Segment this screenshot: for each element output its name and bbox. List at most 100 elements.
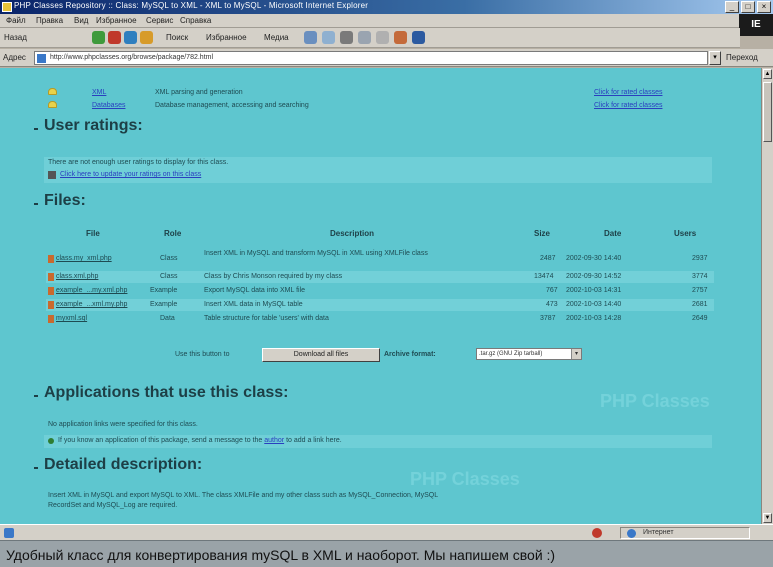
stop-icon[interactable] bbox=[108, 31, 121, 44]
table-row: class.xml.php Class Class by Chris Monso… bbox=[46, 271, 714, 283]
column-description: Description bbox=[330, 229, 375, 238]
minimize-button[interactable]: _ bbox=[725, 1, 739, 13]
address-input[interactable]: http://www.phpclasses.org/browse/package… bbox=[34, 51, 708, 65]
detailed-description-heading: Detailed description: bbox=[44, 456, 203, 473]
favorites-button[interactable]: Избранное bbox=[206, 33, 247, 42]
menu-bar: Файл Правка Вид Избранное Сервис Справка bbox=[0, 14, 773, 28]
address-label: Адрес bbox=[3, 53, 26, 62]
maximize-button[interactable]: □ bbox=[741, 1, 755, 13]
file-size: 3787 bbox=[540, 315, 556, 322]
mail-icon[interactable] bbox=[322, 31, 335, 44]
column-users: Users bbox=[674, 229, 697, 238]
menu-tools[interactable]: Сервис bbox=[146, 16, 173, 25]
menu-edit[interactable]: Правка bbox=[36, 16, 63, 25]
print-icon[interactable] bbox=[340, 31, 353, 44]
file-icon bbox=[48, 255, 54, 263]
file-description: Table structure for table 'users' with d… bbox=[204, 315, 329, 322]
globe-icon bbox=[627, 529, 636, 538]
security-zone: Интернет bbox=[620, 527, 750, 539]
menu-view[interactable]: Вид bbox=[74, 16, 88, 25]
forward-icon[interactable] bbox=[92, 31, 105, 44]
file-icon bbox=[48, 273, 54, 281]
section-bullet bbox=[34, 203, 38, 205]
file-link[interactable]: example_...xml.my.php bbox=[56, 301, 127, 308]
table-row: myxml.sql Data Table structure for table… bbox=[46, 313, 714, 325]
discuss-icon[interactable] bbox=[376, 31, 389, 44]
applications-tip-line: If you know an application of this packa… bbox=[58, 437, 342, 444]
zone-label: Интернет bbox=[643, 529, 674, 536]
section-bullet bbox=[34, 395, 38, 397]
description-line: Insert XML in MySQL and export MySQL to … bbox=[48, 492, 439, 499]
rated-classes-link[interactable]: Click for rated classes bbox=[594, 89, 662, 96]
file-role: Class bbox=[160, 273, 178, 280]
scroll-down-icon[interactable]: ▼ bbox=[763, 513, 772, 523]
menu-help[interactable]: Справка bbox=[180, 16, 211, 25]
applications-tip-box: If you know an application of this packa… bbox=[44, 435, 712, 448]
topic-bullet-icon bbox=[48, 101, 57, 108]
file-date: 2002-10-03 14:40 bbox=[566, 301, 622, 308]
edit-icon[interactable] bbox=[358, 31, 371, 44]
file-size: 767 bbox=[546, 287, 558, 294]
file-link[interactable]: myxml.sql bbox=[56, 315, 87, 322]
browser-screenshot: PHP Classes Repository :: Class: MySQL t… bbox=[0, 0, 773, 567]
menu-file[interactable]: Файл bbox=[6, 16, 26, 25]
file-users: 2681 bbox=[692, 301, 708, 308]
history-icon[interactable] bbox=[304, 31, 317, 44]
edit-rating-icon bbox=[48, 171, 56, 179]
refresh-icon[interactable] bbox=[124, 31, 137, 44]
column-file: File bbox=[86, 229, 100, 238]
page-content: PHP Classes PHP Classes XML XML parsing … bbox=[0, 68, 761, 524]
file-users: 2649 bbox=[692, 315, 708, 322]
archive-format-select[interactable]: .tar.gz (GNU Zip tarball) ▾ bbox=[476, 348, 582, 360]
topic-description: Database management, accessing and searc… bbox=[155, 102, 309, 109]
file-link[interactable]: class.xml.php bbox=[56, 273, 98, 280]
ratings-note: There are not enough user ratings to dis… bbox=[48, 159, 229, 166]
page-status-icon bbox=[4, 528, 14, 538]
scroll-thumb[interactable] bbox=[763, 82, 772, 142]
files-heading: Files: bbox=[44, 192, 86, 209]
menu-favorites[interactable]: Избранное bbox=[96, 16, 137, 25]
home-icon[interactable] bbox=[140, 31, 153, 44]
file-users: 2757 bbox=[692, 287, 708, 294]
user-ratings-heading: User ratings: bbox=[44, 117, 143, 134]
scroll-up-icon[interactable]: ▲ bbox=[763, 69, 772, 79]
column-size: Size bbox=[534, 229, 551, 238]
rated-classes-link[interactable]: Click for rated classes bbox=[594, 102, 662, 109]
file-icon bbox=[48, 287, 54, 295]
file-link[interactable]: class.my_xml.php bbox=[56, 255, 112, 262]
topic-link[interactable]: Databases bbox=[92, 102, 125, 109]
ie-throbber-logo: IE bbox=[739, 14, 773, 36]
messenger-icon[interactable] bbox=[394, 31, 407, 44]
file-date: 2002-09-30 14:40 bbox=[566, 255, 622, 262]
ratings-box: There are not enough user ratings to dis… bbox=[44, 157, 712, 183]
applications-heading: Applications that use this class: bbox=[44, 384, 289, 401]
file-description: Insert XML in MySQL and transform MySQL … bbox=[204, 250, 428, 257]
file-description: Class by Chris Monson required by my cla… bbox=[204, 273, 343, 280]
go-button[interactable]: Переход bbox=[726, 53, 758, 62]
description-line: RecordSet and MySQL_Log are required. bbox=[48, 502, 178, 509]
author-link[interactable]: author bbox=[264, 437, 284, 444]
column-role: Role bbox=[164, 229, 182, 238]
table-row: example_...my.xml.php Example Export MyS… bbox=[46, 285, 714, 297]
table-row: example_...xml.my.php Example Insert XML… bbox=[46, 299, 714, 311]
file-role: Example bbox=[150, 301, 178, 308]
file-link[interactable]: example_...my.xml.php bbox=[56, 287, 127, 294]
msn-icon[interactable] bbox=[412, 31, 425, 44]
window-titlebar[interactable]: PHP Classes Repository :: Class: MySQL t… bbox=[0, 0, 773, 14]
update-ratings-link[interactable]: Click here to update your ratings on thi… bbox=[60, 171, 201, 178]
topic-description: XML parsing and generation bbox=[155, 89, 243, 96]
topic-link[interactable]: XML bbox=[92, 89, 106, 96]
download-prefix: Use this button to bbox=[175, 351, 230, 358]
search-button[interactable]: Поиск bbox=[166, 33, 188, 42]
media-button[interactable]: Медиа bbox=[264, 33, 289, 42]
address-dropdown-icon[interactable]: ▾ bbox=[709, 51, 721, 65]
close-button[interactable]: × bbox=[757, 1, 771, 13]
file-date: 2002-09-30 14:52 bbox=[566, 273, 622, 280]
back-button[interactable]: Назад bbox=[4, 33, 27, 42]
tip-icon bbox=[48, 438, 54, 444]
download-all-button[interactable]: Download all files bbox=[262, 348, 380, 362]
file-icon bbox=[48, 315, 54, 323]
address-bar: Адрес http://www.phpclasses.org/browse/p… bbox=[0, 49, 773, 67]
file-role: Class bbox=[160, 255, 178, 262]
vertical-scrollbar[interactable]: ▲ ▼ bbox=[761, 68, 773, 524]
